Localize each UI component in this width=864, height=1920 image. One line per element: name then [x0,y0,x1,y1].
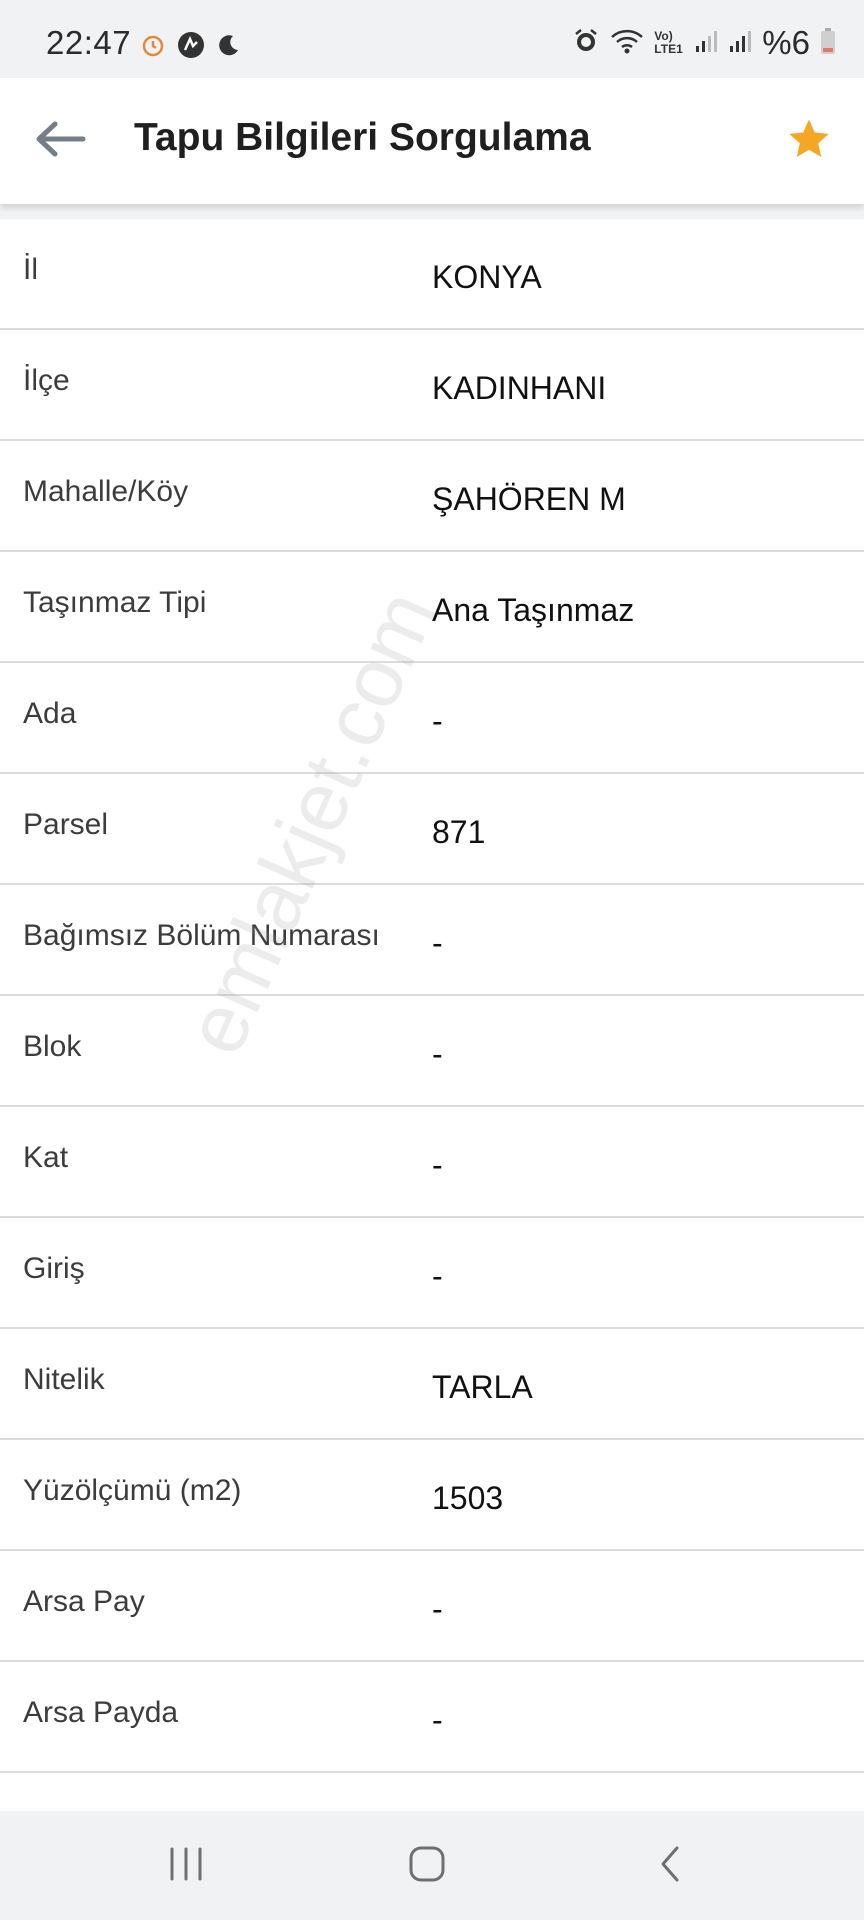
alarm-icon [572,27,600,60]
home-icon [407,1844,447,1889]
back-chevron-icon [655,1844,685,1889]
row-value: - [432,925,443,961]
activity-icon [176,30,206,65]
status-right-icons: Vo) LTE1 %6 [572,24,836,62]
detail-row-ilce: İlçe KADINHANI [0,330,864,441]
home-button[interactable] [387,1831,467,1901]
row-label: İl [23,253,38,286]
row-value: TARLA [432,1369,533,1405]
alarm-clock-icon [140,32,166,63]
detail-row-mahalle: Mahalle/Köy ŞAHÖREN M [0,441,864,552]
status-bar: 22:47 Vo) LTE1 %6 [0,0,864,78]
row-label: Nitelik [23,1363,105,1396]
page-title: Tapu Bilgileri Sorgulama [134,116,591,159]
detail-row-kat: Kat - [0,1107,864,1218]
row-label: Arsa Pay [23,1585,145,1618]
do-not-disturb-moon-icon [216,32,242,63]
detail-row-parsel: Parsel 871 [0,774,864,885]
wifi-icon [610,27,644,60]
row-value: Ana Taşınmaz [432,592,635,628]
arrow-left-icon [33,119,87,164]
row-value: KADINHANI [432,370,607,406]
app-bar: Tapu Bilgileri Sorgulama [0,78,864,204]
row-label: Bağımsız Bölüm Numarası [23,919,380,952]
row-value: 1503 [432,1480,504,1516]
screen: 22:47 Vo) LTE1 %6 Tapu Bilgileri Sorgula… [0,0,864,1920]
detail-row-giris: Giriş - [0,1218,864,1329]
row-label: Mahalle/Köy [23,475,189,508]
detail-row-ada: Ada - [0,663,864,774]
detail-row-yuzolcumu: Yüzölçümü (m2) 1503 [0,1440,864,1551]
battery-icon [820,27,836,60]
signal-icon [728,28,752,59]
row-label: Parsel [23,808,109,841]
row-label: Giriş [23,1252,85,1285]
row-value: - [432,1702,443,1738]
status-left-icons [140,30,242,65]
favorite-button[interactable] [782,114,836,168]
detail-row-blok: Blok - [0,996,864,1107]
row-label: Yüzölçümü (m2) [23,1474,242,1507]
row-label: Blok [23,1030,82,1063]
row-label: İlçe [23,364,70,397]
row-value: - [432,1036,443,1072]
row-value: KONYA [432,259,542,295]
detail-row-arsa-pay: Arsa Pay - [0,1551,864,1662]
detail-row-il: İl KONYA [0,219,864,330]
details-list: İl KONYA İlçe KADINHANI Mahalle/Köy ŞAHÖ… [0,219,864,1811]
row-value: - [432,1147,443,1183]
detail-row-tasinmaz-tipi: Taşınmaz Tipi Ana Taşınmaz [0,552,864,663]
row-value: 871 [432,814,486,850]
row-label: Kat [23,1141,69,1174]
row-label: Arsa Payda [23,1696,179,1729]
signal-icon [694,28,718,59]
detail-row-nitelik: Nitelik TARLA [0,1329,864,1440]
detail-row-bagimsiz-bolum: Bağımsız Bölüm Numarası - [0,885,864,996]
status-time: 22:47 [46,24,132,61]
row-label: Ada [23,697,77,730]
recent-apps-icon [166,1846,206,1887]
network-label: Vo) LTE1 [654,29,683,56]
row-label: Taşınmaz Tipi [23,586,207,619]
row-value: - [432,1591,443,1627]
row-value: - [432,1258,443,1294]
row-value: - [432,703,443,739]
back-button[interactable] [30,116,90,166]
navigation-bar [0,1811,864,1920]
battery-percent: %6 [762,24,810,61]
back-nav-button[interactable] [630,1831,710,1901]
star-icon [786,116,832,167]
recent-apps-button[interactable] [146,1831,226,1901]
detail-row-arsa-payda: Arsa Payda - [0,1662,864,1773]
row-value: ŞAHÖREN M [432,481,626,517]
